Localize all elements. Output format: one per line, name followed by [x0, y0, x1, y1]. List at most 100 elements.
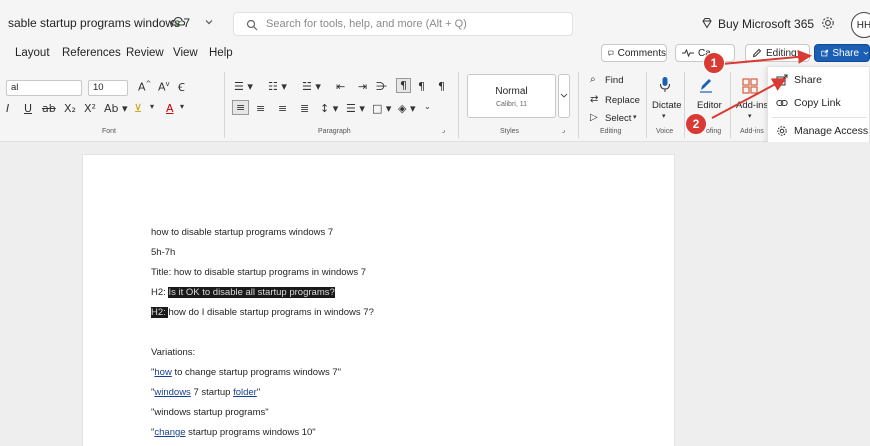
replace-button[interactable]: Replace: [605, 95, 640, 106]
superscript-icon[interactable]: X²: [84, 102, 96, 115]
chevron-down-icon[interactable]: ▾: [180, 102, 184, 111]
para-spacing-icon[interactable]: ☰ ▾: [346, 102, 365, 115]
variation-text: startup programs windows 10": [185, 427, 316, 438]
document-page[interactable]: how to disable startup programs windows …: [82, 154, 675, 446]
subscript-icon[interactable]: X₂: [64, 102, 76, 115]
doc-variations: Variations:: [151, 347, 196, 358]
strikethrough-icon[interactable]: ab: [42, 102, 56, 115]
grow-font-icon[interactable]: A^: [138, 80, 151, 94]
variation-text: 7 startup: [190, 387, 234, 398]
italic-icon[interactable]: I: [6, 102, 9, 115]
annotation-badge-2: 2: [685, 113, 707, 135]
chevron-down-icon[interactable]: ⌄: [424, 102, 431, 111]
gear-icon: [777, 126, 787, 136]
select-icon[interactable]: ▷: [590, 112, 598, 123]
spell-flag[interactable]: folder: [233, 387, 257, 398]
pencil-icon: [752, 48, 762, 58]
editing-group-label: Editing: [600, 128, 622, 135]
chevron-down-icon[interactable]: ▾: [150, 102, 154, 111]
font-size-combo[interactable]: 10: [88, 80, 128, 96]
ltr-icon[interactable]: ⋺: [376, 80, 387, 93]
document-canvas: how to disable startup programs windows …: [0, 142, 870, 446]
microphone-icon[interactable]: [659, 76, 671, 94]
align-left-icon[interactable]: ≡: [232, 100, 250, 115]
font-name-combo[interactable]: al: [6, 80, 82, 96]
divider: [458, 72, 459, 138]
document-title[interactable]: sable startup programs windows 7: [8, 16, 190, 30]
dictate-button[interactable]: Dictate: [652, 100, 682, 111]
settings-gear-icon[interactable]: [820, 15, 836, 31]
search-input[interactable]: Search for tools, help, and more (Alt + …: [233, 12, 573, 36]
text-effects-icon[interactable]: Ab ▾: [104, 102, 128, 115]
tab-layout[interactable]: Layout: [15, 47, 50, 59]
doc-variation-4: "change startup programs windows 10": [151, 427, 316, 438]
tab-help[interactable]: Help: [209, 47, 233, 59]
paragraph-group-label: Paragraph: [318, 128, 351, 135]
editor-pen-icon[interactable]: [698, 76, 714, 94]
search-icon: [246, 19, 258, 31]
increase-indent-icon[interactable]: ⇥: [358, 80, 367, 93]
copy-link-menu-item[interactable]: Copy Link: [768, 92, 870, 114]
borders-icon[interactable]: □ ▾: [372, 102, 391, 115]
editor-button[interactable]: Editor: [697, 100, 722, 111]
title-bar: sable startup programs windows 7 Search …: [0, 0, 870, 44]
font-group-label: Font: [102, 128, 117, 135]
dialog-launcher-icon[interactable]: ⌟: [442, 126, 445, 134]
share-icon: [821, 49, 829, 57]
justify-icon[interactable]: ≣: [300, 102, 309, 115]
underline-icon[interactable]: U: [24, 102, 32, 115]
editing-mode-button[interactable]: Editing: [745, 44, 810, 62]
paragraph-dir-icon[interactable]: ¶: [418, 80, 425, 93]
tab-review[interactable]: Review: [126, 47, 164, 59]
cloud-sync-icon[interactable]: [170, 14, 186, 30]
shrink-font-icon[interactable]: Av: [158, 80, 170, 94]
chevron-down-icon: [560, 93, 568, 98]
add-ins-button[interactable]: Add-ins: [736, 100, 768, 111]
style-normal[interactable]: Normal: [468, 86, 555, 97]
comments-button[interactable]: Comments: [601, 44, 667, 62]
tab-references[interactable]: References: [62, 47, 121, 59]
select-button[interactable]: Select: [605, 113, 631, 124]
line-spacing-icon[interactable]: ↕ ▾: [320, 102, 338, 115]
manage-access-menu-item[interactable]: Manage Access: [768, 120, 870, 142]
spell-flag[interactable]: how: [154, 367, 171, 378]
highlight-icon[interactable]: ⊻: [134, 102, 142, 115]
share-menu-item[interactable]: Share: [768, 69, 870, 91]
doc-variation-2: "windows 7 startup folder": [151, 387, 260, 398]
styles-expand-button[interactable]: [558, 74, 570, 118]
spell-flag[interactable]: change: [154, 427, 185, 438]
annotation-badge-1: 1: [703, 52, 725, 74]
find-icon[interactable]: ⌕: [590, 74, 596, 85]
show-marks-icon[interactable]: ¶: [438, 80, 445, 93]
find-button[interactable]: Find: [605, 75, 623, 86]
shading-icon[interactable]: ◈ ▾: [398, 102, 415, 115]
align-center-icon[interactable]: ≡: [256, 102, 265, 115]
replace-icon[interactable]: ⇄: [590, 94, 598, 105]
chevron-down-icon[interactable]: ▾: [662, 112, 666, 120]
share-button[interactable]: Share: [814, 44, 870, 62]
highlighted-heading: Is it OK to disable all startup programs…: [168, 287, 335, 298]
chevron-down-icon[interactable]: [204, 17, 214, 27]
divider: [646, 72, 647, 138]
share-label: Share: [832, 47, 860, 59]
multilevel-list-icon[interactable]: ☱ ▾: [302, 80, 321, 93]
chevron-down-icon[interactable]: ▾: [633, 113, 637, 121]
chevron-down-icon[interactable]: ▾: [748, 112, 752, 120]
spell-flag[interactable]: windows: [154, 387, 190, 398]
align-right-icon[interactable]: ≡: [278, 102, 287, 115]
styles-group-label: Styles: [500, 128, 520, 135]
clear-formatting-icon[interactable]: Ꞓ: [178, 80, 185, 95]
share-dropdown-menu: Share Copy Link Manage Access: [767, 66, 870, 146]
bullets-icon[interactable]: ☰ ▾: [234, 80, 253, 93]
numbering-icon[interactable]: ☷ ▾: [268, 80, 287, 93]
dialog-launcher-icon[interactable]: ⌟: [562, 126, 565, 134]
divider: [224, 72, 225, 138]
styles-gallery[interactable]: Normal Calibri, 11: [467, 74, 556, 118]
add-ins-icon[interactable]: [742, 78, 758, 94]
font-color-icon[interactable]: A: [166, 102, 174, 115]
decrease-indent-icon[interactable]: ⇤: [336, 80, 345, 93]
user-avatar[interactable]: HH: [851, 12, 870, 38]
tab-view[interactable]: View: [173, 47, 198, 59]
buy-microsoft-365-link[interactable]: Buy Microsoft 365: [718, 17, 814, 31]
rtl-icon[interactable]: ¶: [396, 78, 411, 93]
